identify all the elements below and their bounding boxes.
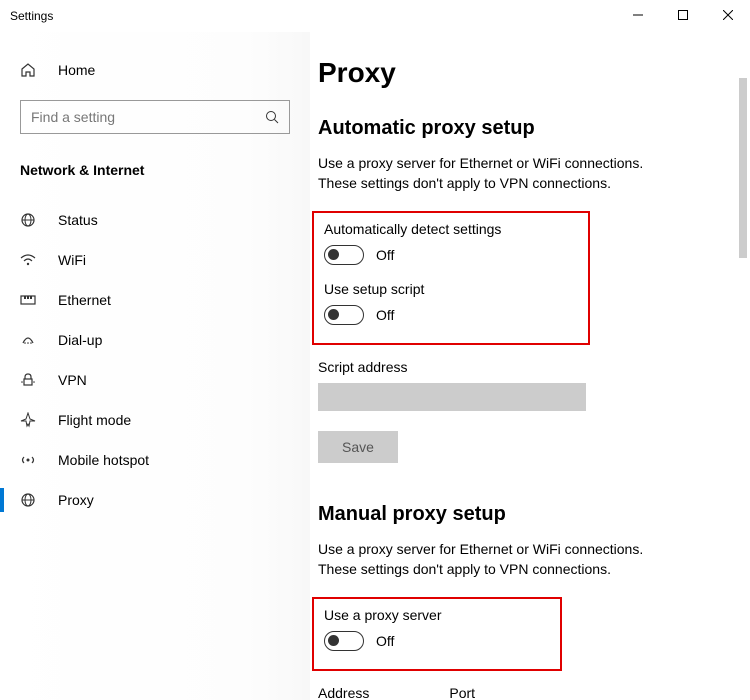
search-icon xyxy=(265,110,279,124)
status-icon xyxy=(20,212,40,228)
vpn-icon xyxy=(20,372,40,388)
scrollbar-thumb[interactable] xyxy=(739,78,747,258)
dialup-icon xyxy=(20,332,40,348)
detect-label: Automatically detect settings xyxy=(324,221,578,237)
sidebar-item-label: Mobile hotspot xyxy=(58,452,149,468)
sidebar-item-status[interactable]: Status xyxy=(0,200,310,240)
sidebar-item-dialup[interactable]: Dial-up xyxy=(0,320,310,360)
search-input[interactable] xyxy=(31,109,265,125)
manual-heading: Manual proxy setup xyxy=(318,503,750,526)
auto-heading: Automatic proxy setup xyxy=(318,117,750,140)
port-label: Port xyxy=(449,685,475,700)
home-label: Home xyxy=(58,62,95,78)
script-toggle[interactable] xyxy=(324,305,364,325)
scrollbar[interactable] xyxy=(736,42,750,696)
script-addr-label: Script address xyxy=(318,359,750,375)
minimize-button[interactable] xyxy=(615,0,660,30)
category-header: Network & Internet xyxy=(0,154,310,200)
toggle-knob xyxy=(328,249,339,260)
home-icon xyxy=(20,62,40,78)
sidebar-item-wifi[interactable]: WiFi xyxy=(0,240,310,280)
useproxy-state: Off xyxy=(376,633,394,649)
toggle-knob xyxy=(328,635,339,646)
sidebar-item-label: Flight mode xyxy=(58,412,131,428)
hotspot-icon xyxy=(20,452,40,468)
search-box[interactable] xyxy=(20,100,290,134)
sidebar-item-label: VPN xyxy=(58,372,87,388)
sidebar-item-label: Dial-up xyxy=(58,332,102,348)
sidebar-item-flightmode[interactable]: Flight mode xyxy=(0,400,310,440)
manual-highlight: Use a proxy server Off xyxy=(312,597,562,671)
airplane-icon xyxy=(20,412,40,428)
close-button[interactable] xyxy=(705,0,750,30)
sidebar-item-label: WiFi xyxy=(58,252,86,268)
auto-highlight: Automatically detect settings Off Use se… xyxy=(312,211,590,345)
window-title: Settings xyxy=(10,9,53,23)
sidebar: Home Network & Internet Status WiFi Et xyxy=(0,32,310,700)
script-label: Use setup script xyxy=(324,281,578,297)
sidebar-item-label: Status xyxy=(58,212,98,228)
window-controls xyxy=(615,0,750,30)
maximize-icon xyxy=(678,10,688,20)
sidebar-item-label: Proxy xyxy=(58,492,94,508)
sidebar-item-ethernet[interactable]: Ethernet xyxy=(0,280,310,320)
script-address-input[interactable] xyxy=(318,383,586,411)
manual-desc: Use a proxy server for Ethernet or WiFi … xyxy=(318,540,678,579)
main-panel: Proxy Automatic proxy setup Use a proxy … xyxy=(310,32,750,700)
detect-toggle[interactable] xyxy=(324,245,364,265)
proxy-icon xyxy=(20,492,40,508)
useproxy-toggle[interactable] xyxy=(324,631,364,651)
wifi-icon xyxy=(20,252,40,268)
maximize-button[interactable] xyxy=(660,0,705,30)
minimize-icon xyxy=(633,10,643,20)
script-state: Off xyxy=(376,307,394,323)
save-button[interactable]: Save xyxy=(318,431,398,463)
toggle-knob xyxy=(328,309,339,320)
ethernet-icon xyxy=(20,292,40,308)
sidebar-item-vpn[interactable]: VPN xyxy=(0,360,310,400)
auto-desc: Use a proxy server for Ethernet or WiFi … xyxy=(318,154,678,193)
home-nav[interactable]: Home xyxy=(0,52,310,88)
sidebar-item-proxy[interactable]: Proxy xyxy=(0,480,310,520)
useproxy-label: Use a proxy server xyxy=(324,607,550,623)
sidebar-item-hotspot[interactable]: Mobile hotspot xyxy=(0,440,310,480)
close-icon xyxy=(723,10,733,20)
page-title: Proxy xyxy=(318,57,750,89)
sidebar-item-label: Ethernet xyxy=(58,292,111,308)
detect-state: Off xyxy=(376,247,394,263)
address-label: Address xyxy=(318,685,369,700)
